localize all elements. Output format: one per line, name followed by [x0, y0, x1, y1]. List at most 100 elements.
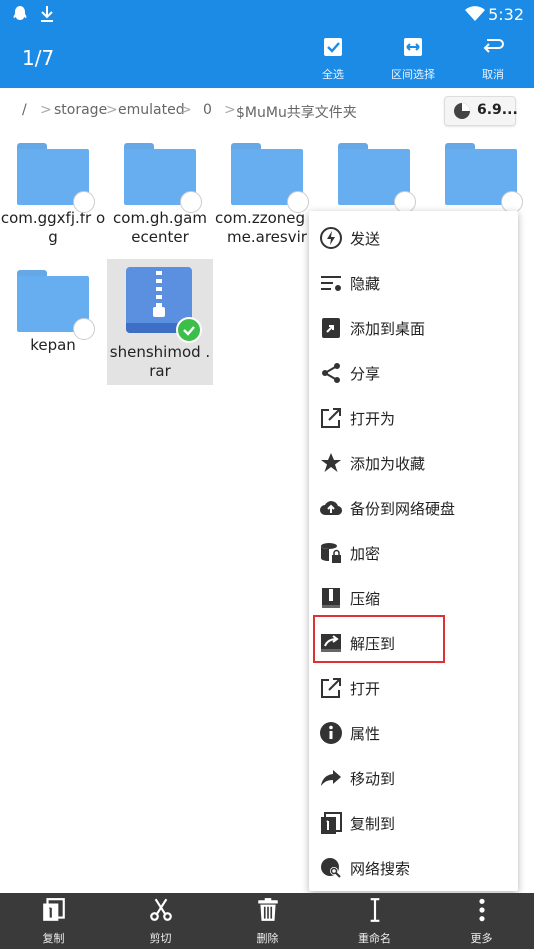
chevron-right-icon: > [106, 102, 118, 118]
file-item[interactable]: kepan [0, 270, 106, 355]
encrypt-icon [321, 543, 341, 563]
select-checkbox[interactable] [394, 191, 416, 213]
wifi-icon [465, 6, 485, 21]
file-item[interactable] [321, 143, 427, 213]
menu-item-move-to[interactable]: 移动到 [309, 756, 518, 800]
menu-item-encrypt[interactable]: 加密 [309, 531, 518, 575]
select-checkbox[interactable] [73, 318, 95, 340]
select-checkbox[interactable] [287, 191, 309, 213]
cancel-label: 取消 [482, 68, 504, 81]
select-all-button[interactable]: 全选 [293, 36, 373, 82]
open-icon [321, 678, 341, 698]
web-search-icon [321, 858, 341, 878]
cut-button[interactable]: 剪切 [107, 897, 214, 946]
folder-icon [124, 143, 202, 213]
file-item-selected[interactable]: shenshimod .rar [107, 259, 213, 385]
copy-icon [42, 898, 65, 921]
storage-usage-button[interactable]: 6.9... [444, 96, 518, 126]
star-icon [321, 453, 341, 472]
breadcrumb-item[interactable]: $MuMu共享文件夹 [236, 102, 357, 122]
delete-button[interactable]: 删除 [214, 897, 321, 946]
menu-item-label: 打开 [350, 680, 381, 698]
status-time: 5:32 [488, 5, 524, 24]
move-icon [321, 770, 341, 786]
file-item[interactable] [428, 143, 534, 213]
breadcrumb-item[interactable]: emulated [118, 102, 185, 118]
share-icon [322, 363, 340, 383]
menu-item-label: 打开为 [350, 410, 396, 428]
menu-item-label: 加密 [350, 545, 381, 563]
select-all-icon [324, 38, 342, 56]
range-select-label: 区间选择 [391, 68, 435, 81]
menu-item-open-as[interactable]: 打开为 [309, 396, 518, 440]
file-item[interactable]: com.ggxfj.fr og [0, 143, 106, 247]
select-all-label: 全选 [322, 68, 344, 81]
menu-item-web-search[interactable]: 网络搜索 [309, 846, 518, 890]
open-as-icon [321, 408, 341, 428]
hide-icon [321, 276, 341, 291]
chevron-right-icon: > [224, 102, 236, 118]
chevron-right-icon: > [180, 102, 192, 118]
menu-item-backup-cloud[interactable]: 备份到网络硬盘 [309, 486, 518, 530]
file-name: kepan [30, 336, 76, 354]
menu-item-label: 添加为收藏 [350, 455, 426, 473]
compress-icon [322, 588, 340, 608]
copy-button[interactable]: 复制 [0, 897, 107, 946]
breadcrumb: / > storage > emulated > 0 > $MuMu共享文件夹 … [0, 88, 534, 134]
more-button[interactable]: 更多 [428, 897, 534, 946]
menu-item-label: 备份到网络硬盘 [350, 500, 456, 518]
file-name: com.gh.gam ecenter [113, 209, 207, 246]
rename-label: 重命名 [358, 932, 391, 945]
menu-item-label: 添加到桌面 [350, 320, 426, 338]
select-checkbox[interactable] [73, 191, 95, 213]
breadcrumb-item[interactable]: 0 [203, 102, 212, 118]
menu-item-label: 属性 [350, 725, 381, 743]
range-select-button[interactable]: 区间选择 [373, 36, 453, 82]
select-checkbox[interactable] [501, 191, 523, 213]
menu-item-label: 分享 [350, 365, 381, 383]
file-name: com.zzoneg ame.aresvir [215, 209, 319, 246]
menu-item-send[interactable]: 发送 [309, 216, 518, 260]
menu-item-label: 发送 [350, 230, 381, 248]
menu-item-compress[interactable]: 压缩 [309, 576, 518, 620]
rename-button[interactable]: 重命名 [321, 897, 428, 946]
selection-count: 1/7 [22, 46, 55, 70]
select-checkbox[interactable] [180, 191, 202, 213]
menu-item-add-to-desktop[interactable]: 添加到桌面 [309, 306, 518, 350]
menu-item-open[interactable]: 打开 [309, 666, 518, 710]
bottom-action-bar: 复制 剪切 删除 重命名 更多 [0, 893, 534, 949]
menu-item-label: 压缩 [350, 590, 381, 608]
qq-icon [13, 6, 27, 20]
menu-item-label: 隐藏 [350, 275, 381, 293]
menu-item-label: 移动到 [350, 770, 396, 788]
folder-icon [17, 270, 95, 340]
range-select-icon [404, 38, 422, 56]
file-name: com.ggxfj.fr og [0, 209, 106, 246]
more-vertical-icon [478, 898, 485, 922]
storage-label: 6.9... [477, 102, 518, 118]
file-item[interactable]: com.gh.gam ecenter [107, 143, 213, 247]
chevron-right-icon: > [40, 102, 52, 118]
menu-item-share[interactable]: 分享 [309, 351, 518, 395]
selected-check-icon[interactable] [176, 317, 202, 343]
add-to-desktop-icon [322, 318, 340, 338]
return-icon [483, 39, 504, 53]
menu-item-properties[interactable]: 属性 [309, 711, 518, 755]
delete-label: 删除 [256, 932, 279, 945]
archive-icon [124, 267, 202, 343]
more-label: 更多 [470, 932, 493, 945]
text-cursor-icon [370, 898, 379, 922]
folder-icon [231, 143, 309, 213]
file-name: shenshimod .rar [109, 343, 211, 380]
cancel-button[interactable]: 取消 [453, 36, 533, 82]
menu-item-add-favorite[interactable]: 添加为收藏 [309, 441, 518, 485]
menu-item-hide[interactable]: 隐藏 [309, 261, 518, 305]
file-item[interactable]: com.zzoneg ame.aresvir [214, 143, 320, 247]
highlight-box [313, 615, 445, 663]
folder-icon [17, 143, 95, 213]
status-bar: 5:32 [0, 0, 534, 30]
menu-item-copy-to[interactable]: 复制到 [309, 801, 518, 845]
breadcrumb-item[interactable]: storage [54, 102, 107, 118]
breadcrumb-root[interactable]: / [22, 102, 27, 118]
copy-label: 复制 [42, 932, 65, 945]
